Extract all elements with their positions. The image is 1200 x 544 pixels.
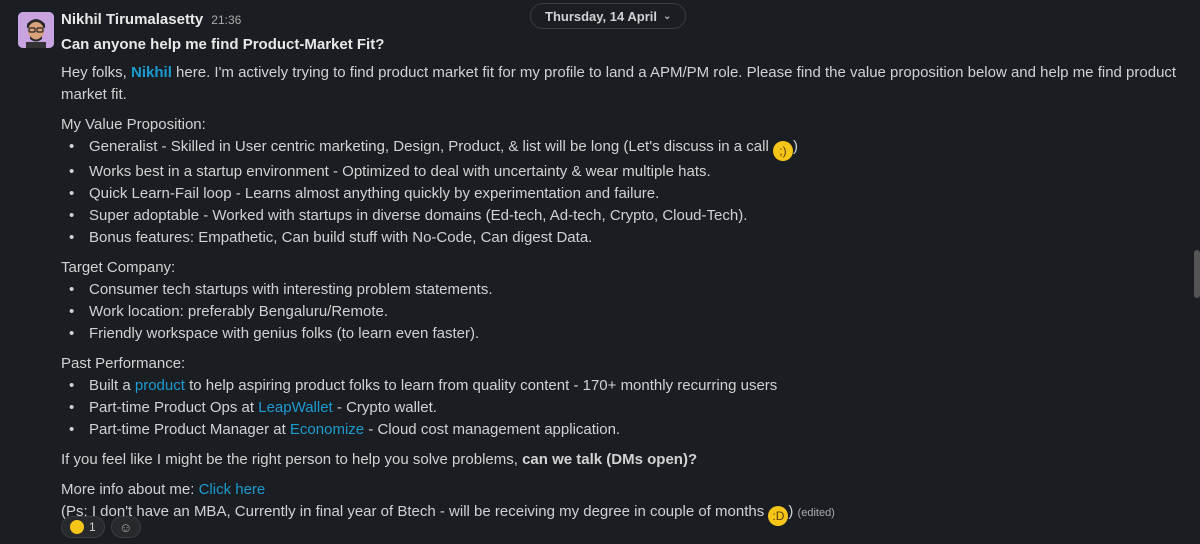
past-performance-label: Past Performance:	[61, 355, 186, 372]
date-label: Thursday, 14 April	[545, 8, 657, 24]
closing-bold-text: can we talk (DMs open)?	[522, 451, 698, 468]
list-item: Works best in a startup environment - Op…	[61, 161, 1181, 183]
timestamp[interactable]: 21:36	[211, 13, 241, 27]
closing-paragraph: If you feel like I might be the right pe…	[61, 449, 1181, 471]
add-reaction-button[interactable]: ☺	[110, 516, 141, 538]
list-item-text: Part-time Product Manager at	[89, 421, 290, 438]
list-item: Work location: preferably Bengaluru/Remo…	[61, 301, 1181, 323]
edited-label: (edited)	[797, 507, 835, 519]
ps-text: (Ps: I don't have an MBA, Currently in f…	[61, 503, 769, 520]
author-name[interactable]: Nikhil Tirumalasetty	[61, 11, 203, 28]
value-proposition-label: My Value Proposition:	[61, 116, 206, 133]
intro-paragraph: Hey folks, Nikhil here. I'm actively try…	[61, 62, 1181, 106]
grin-emoji-icon: :D	[768, 506, 789, 526]
avatar-icon	[18, 12, 54, 48]
intro-text-end: here. I'm actively trying to find produc…	[61, 64, 1177, 103]
list-item: Part-time Product Manager at Economize -…	[61, 419, 1181, 441]
list-item: Generalist - Skilled in User centric mar…	[61, 136, 1181, 161]
target-company-label: Target Company:	[61, 259, 176, 276]
message-body: Can anyone help me find Product-Market F…	[61, 34, 1181, 526]
list-item-text: to help aspiring product folks to learn …	[184, 377, 778, 394]
value-proposition-list: Generalist - Skilled in User centric mar…	[61, 136, 1181, 249]
more-info-text: More info about me:	[61, 481, 199, 498]
chevron-down-icon: ⌄	[662, 10, 672, 22]
list-item-text: Generalist - Skilled in User centric mar…	[89, 138, 773, 155]
list-item: Friendly workspace with genius folks (to…	[61, 323, 1181, 345]
message-title: Can anyone help me find Product-Market F…	[61, 36, 385, 53]
list-item-text: - Cloud cost management application.	[364, 421, 621, 438]
user-mention[interactable]: Nikhil	[131, 64, 172, 81]
reactions-bar: 1 ☺	[61, 516, 141, 538]
more-info-line: More info about me: Click here	[61, 479, 1181, 501]
leapwallet-link[interactable]: LeapWallet	[258, 399, 333, 416]
list-item-text: Part-time Product Ops at	[89, 399, 259, 416]
list-item: Consumer tech startups with interesting …	[61, 279, 1181, 301]
list-item: Part-time Product Ops at LeapWallet - Cr…	[61, 397, 1181, 419]
list-item-text: Built a	[89, 377, 135, 394]
click-here-link[interactable]: Click here	[199, 481, 266, 498]
list-item: Bonus features: Empathetic, Can build st…	[61, 227, 1181, 249]
ps-line: (Ps: I don't have an MBA, Currently in f…	[61, 501, 1181, 526]
list-item: Built a product to help aspiring product…	[61, 375, 1181, 397]
avatar[interactable]	[18, 12, 54, 48]
message-header: Nikhil Tirumalasetty 21:36	[61, 11, 241, 28]
ps-suffix: )	[788, 503, 794, 520]
list-item: Quick Learn-Fail loop - Learns almost an…	[61, 183, 1181, 205]
target-company-list: Consumer tech startups with interesting …	[61, 279, 1181, 345]
message: Nikhil Tirumalasetty 21:36 Thursday, 14 …	[0, 0, 1200, 544]
wink-emoji-icon: ;)	[772, 141, 793, 161]
reaction-count: 1	[89, 520, 96, 534]
list-item-text: - Crypto wallet.	[332, 399, 437, 416]
add-reaction-icon: ☺	[119, 519, 133, 535]
economize-link[interactable]: Economize	[290, 421, 364, 438]
star-struck-emoji-icon	[70, 520, 84, 534]
list-item-suffix: )	[792, 138, 798, 155]
date-divider-button[interactable]: Thursday, 14 April ⌄	[530, 3, 687, 29]
intro-text-start: Hey folks,	[61, 64, 132, 81]
past-performance-list: Built a product to help aspiring product…	[61, 375, 1181, 441]
scrollbar[interactable]	[1194, 250, 1200, 298]
reaction-button[interactable]: 1	[61, 516, 105, 538]
list-item: Super adoptable - Worked with startups i…	[61, 205, 1181, 227]
closing-text: If you feel like I might be the right pe…	[61, 451, 523, 468]
product-link[interactable]: product	[135, 377, 185, 394]
